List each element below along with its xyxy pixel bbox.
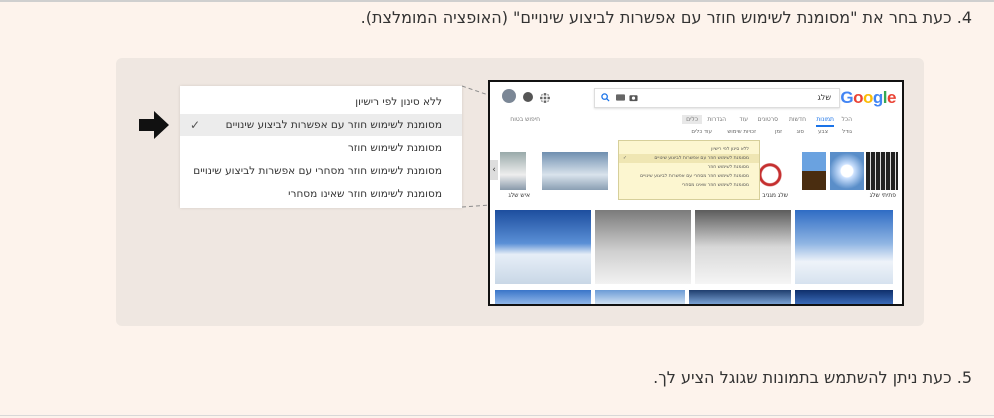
step-4-text: 4. כעת בחר את "מסומנת לשימוש חוזר עם אפש… bbox=[360, 8, 972, 27]
menu-item-label: מסומנת לשימוש חוזר שאינו מסחרי bbox=[288, 188, 442, 200]
menu-item-label: מסומנת לשימוש חוזר bbox=[347, 142, 442, 154]
top-divider bbox=[0, 0, 994, 2]
menu-item-reuse[interactable]: מסומנת לשימוש חוזר bbox=[180, 137, 462, 159]
tool-color[interactable]: צבע bbox=[818, 129, 828, 135]
tool-usage-rights[interactable]: זכויות שימוש bbox=[727, 129, 756, 135]
chevron-left-icon[interactable]: ‹ bbox=[490, 160, 498, 180]
bottom-divider bbox=[0, 415, 994, 416]
search-icon[interactable] bbox=[601, 93, 610, 102]
menu-item-label: מסומנת לשימוש חוזר מסחרי עם אפשרות לביצו… bbox=[193, 165, 442, 177]
menu-item-reuse-with-modification[interactable]: מסומנת לשימוש חוזר עם אפשרות לביצוע שינו… bbox=[180, 114, 462, 136]
tab-settings[interactable]: הגדרות bbox=[707, 116, 726, 123]
search-tabs: הכל תמונות חדשות סרטונים עוד הגדרות כלים… bbox=[490, 112, 902, 128]
image-result[interactable] bbox=[689, 290, 791, 304]
camera-icon[interactable] bbox=[629, 93, 638, 102]
popup-item-noncommercial-reuse[interactable]: מסומנת לשימוש חוזר שאינו מסחרי bbox=[619, 181, 759, 190]
menu-item-label: ללא סינון לפי רישיון bbox=[355, 96, 442, 108]
menu-item-noncommercial-reuse[interactable]: מסומנת לשימוש חוזר שאינו מסחרי bbox=[180, 183, 462, 205]
safesearch-link[interactable]: חיפוש בטוח bbox=[510, 116, 540, 123]
image-results-grid bbox=[495, 210, 899, 304]
thumb-snow-forest[interactable] bbox=[542, 152, 608, 190]
thumb-snowflakes-dark[interactable] bbox=[866, 152, 898, 190]
tab-tools[interactable]: כלים bbox=[682, 115, 702, 124]
tool-type[interactable]: סוג bbox=[797, 129, 804, 135]
keyboard-icon[interactable] bbox=[616, 94, 625, 101]
caption-snowflakes[interactable]: פתיתי שלג bbox=[870, 192, 896, 199]
tools-bar: גודל צבע סוג זמן זכויות שימוש עוד כלים bbox=[490, 128, 902, 140]
account-icon[interactable] bbox=[502, 89, 516, 103]
check-icon: ✓ bbox=[623, 156, 627, 161]
popup-item-no-filter[interactable]: ללא סינון לפי רישיון bbox=[619, 145, 759, 154]
popup-item-reuse-with-modification[interactable]: מסומנת לשימוש חוזר עם אפשרות לביצוע שינו… bbox=[619, 154, 759, 163]
search-box[interactable]: שלג bbox=[594, 88, 840, 108]
tool-size[interactable]: גודל bbox=[842, 129, 852, 135]
thumb-snowflake-blue[interactable] bbox=[830, 152, 864, 190]
image-result[interactable] bbox=[495, 210, 591, 284]
tab-videos[interactable]: סרטונים bbox=[757, 116, 778, 123]
tool-time[interactable]: זמן bbox=[775, 129, 782, 135]
notifications-icon[interactable] bbox=[523, 92, 533, 102]
image-result[interactable] bbox=[695, 210, 791, 284]
usage-rights-menu-zoomed: ללא סינון לפי רישיון מסומנת לשימוש חוזר … bbox=[180, 86, 462, 208]
search-query: שלג bbox=[817, 93, 831, 102]
google-logo[interactable]: Google bbox=[840, 88, 896, 108]
image-result[interactable] bbox=[495, 290, 591, 304]
google-header: Google שלג bbox=[490, 82, 902, 112]
image-result[interactable] bbox=[795, 290, 893, 304]
check-icon: ✓ bbox=[190, 118, 201, 132]
caption-snowman[interactable]: איש שלג bbox=[508, 192, 530, 199]
tab-news[interactable]: חדשות bbox=[789, 116, 806, 123]
menu-item-commercial-reuse-modification[interactable]: מסומנת לשימוש חוזר מסחרי עם אפשרות לביצו… bbox=[180, 160, 462, 182]
image-result[interactable] bbox=[595, 210, 691, 284]
tab-all[interactable]: הכל bbox=[841, 116, 852, 123]
arrow-right-icon bbox=[139, 111, 169, 139]
google-images-screenshot: Google שלג הכל תמונות חדשות סרטונים עוד … bbox=[488, 80, 904, 306]
tab-more[interactable]: עוד bbox=[739, 116, 748, 123]
thumb-snowflakes-small[interactable] bbox=[802, 152, 826, 190]
popup-item-commercial-reuse-modification[interactable]: מסומנת לשימוש חוזר מסחרי עם אפשרות לביצו… bbox=[619, 172, 759, 181]
image-result[interactable] bbox=[795, 210, 893, 284]
apps-icon[interactable] bbox=[540, 93, 550, 103]
menu-item-no-filter[interactable]: ללא סינון לפי רישיון bbox=[180, 91, 462, 113]
menu-item-label: מסומנת לשימוש חוזר עם אפשרות לביצוע שינו… bbox=[225, 119, 442, 131]
popup-item-label: מסומנת לשימוש חוזר עם אפשרות לביצוע שינו… bbox=[654, 156, 749, 161]
tool-more[interactable]: עוד כלים bbox=[691, 129, 712, 135]
caption-cool-snow[interactable]: שלג מגניב bbox=[762, 192, 788, 199]
image-result[interactable] bbox=[595, 290, 685, 304]
usage-rights-dropdown: ללא סינון לפי רישיון מסומנת לשימוש חוזר … bbox=[618, 140, 760, 200]
step-5-text: 5. כעת ניתן להשתמש בתמונות שגוגל הציע לך… bbox=[653, 368, 972, 387]
tab-images[interactable]: תמונות bbox=[816, 116, 834, 127]
thumb-snowman-2[interactable] bbox=[500, 152, 526, 190]
popup-item-reuse[interactable]: מסומנת לשימוש חוזר bbox=[619, 163, 759, 172]
